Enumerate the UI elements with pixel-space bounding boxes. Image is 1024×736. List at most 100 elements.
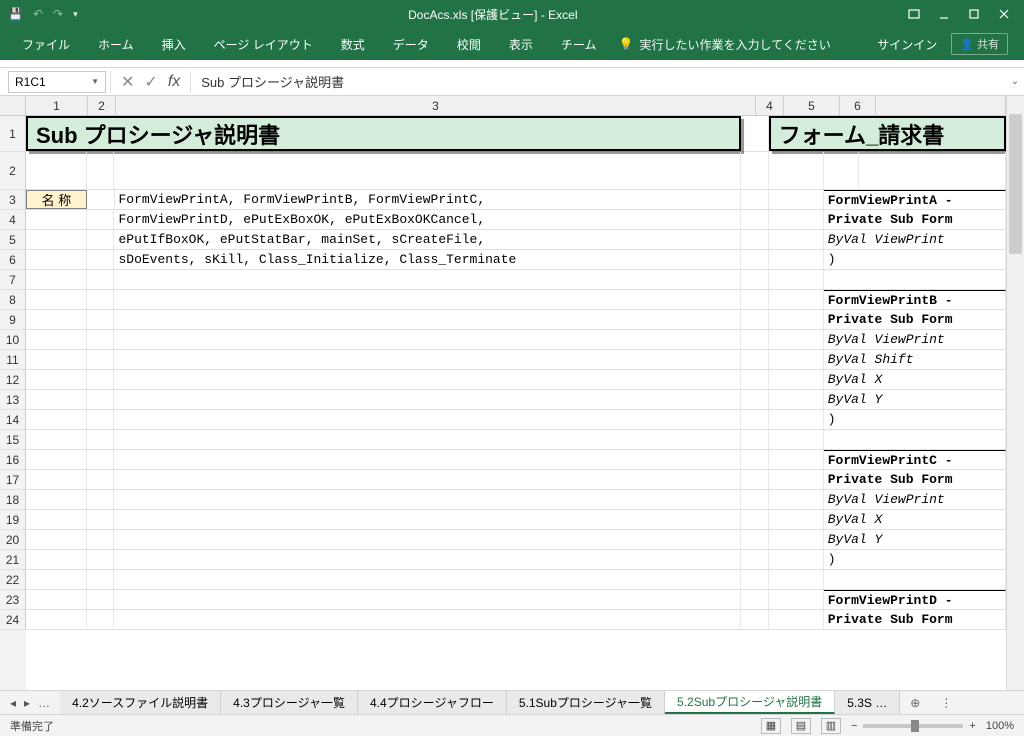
cell[interactable]	[741, 190, 769, 209]
cell[interactable]	[87, 210, 115, 229]
cell[interactable]	[114, 550, 741, 569]
row-header[interactable]: 7	[0, 270, 26, 290]
cell[interactable]	[769, 370, 824, 389]
cell[interactable]	[741, 430, 769, 449]
side-code[interactable]: FormViewPrintD -	[824, 590, 1006, 609]
cell[interactable]	[114, 270, 741, 289]
vertical-scrollbar[interactable]	[1006, 96, 1024, 690]
cell[interactable]	[769, 350, 824, 369]
cell[interactable]	[769, 550, 824, 569]
row-header[interactable]: 6	[0, 250, 26, 270]
cell[interactable]	[87, 510, 115, 529]
cell[interactable]	[769, 590, 824, 609]
undo-icon[interactable]: ↶	[33, 7, 43, 21]
cell[interactable]	[26, 450, 87, 469]
side-code[interactable]: ByVal X	[824, 510, 1006, 529]
row-header[interactable]: 3	[0, 190, 26, 210]
cell[interactable]	[741, 410, 769, 429]
cell[interactable]	[741, 450, 769, 469]
cell[interactable]	[87, 350, 115, 369]
cell[interactable]	[769, 210, 824, 229]
chevron-down-icon[interactable]: ▼	[91, 77, 99, 86]
cell[interactable]: ePutIfBoxOK, ePutStatBar, mainSet, sCrea…	[114, 230, 741, 249]
side-code[interactable]: )	[824, 550, 1006, 569]
cell[interactable]	[769, 570, 824, 589]
side-code[interactable]: Private Sub Form	[824, 310, 1006, 329]
cell[interactable]	[87, 152, 115, 189]
page-break-view-icon[interactable]: ▥	[821, 718, 841, 734]
cell[interactable]	[769, 250, 824, 269]
side-code[interactable]: Private Sub Form	[824, 210, 1006, 229]
title-side[interactable]: フォーム_請求書	[769, 116, 1006, 151]
cell[interactable]	[741, 370, 769, 389]
cell[interactable]	[114, 152, 741, 189]
side-code[interactable]: Private Sub Form	[824, 610, 1006, 629]
tab-review[interactable]: 校閲	[443, 28, 495, 60]
cell[interactable]	[87, 270, 115, 289]
side-code[interactable]: Private Sub Form	[824, 470, 1006, 489]
horizontal-scrollbar[interactable]	[962, 691, 1024, 714]
cell[interactable]	[114, 490, 741, 509]
row-header[interactable]: 4	[0, 210, 26, 230]
cell[interactable]	[741, 390, 769, 409]
sheet-nav-first-icon[interactable]: ◂	[10, 696, 16, 710]
side-code[interactable]: ByVal ViewPrint	[824, 330, 1006, 349]
name-label[interactable]: 名 称	[26, 190, 87, 209]
sheet-tab[interactable]: 4.3プロシージャ一覧	[221, 691, 358, 714]
new-sheet-button[interactable]: ⊕	[900, 691, 930, 714]
title-main[interactable]: Sub プロシージャ説明書	[26, 116, 741, 151]
row-header[interactable]: 11	[0, 350, 26, 370]
column-header[interactable]: 2	[88, 96, 116, 116]
cell[interactable]: sDoEvents, sKill, Class_Initialize, Clas…	[114, 250, 741, 269]
row-header[interactable]: 16	[0, 450, 26, 470]
formula-expand-icon[interactable]: ⌄	[1006, 76, 1024, 87]
cell[interactable]	[769, 230, 824, 249]
cell[interactable]	[741, 610, 769, 629]
cell[interactable]	[87, 190, 115, 209]
cell[interactable]	[26, 350, 87, 369]
cell[interactable]	[87, 550, 115, 569]
cell[interactable]	[769, 410, 824, 429]
worksheet-grid[interactable]: 123456 123456789101112131415161718192021…	[0, 96, 1024, 690]
tab-team[interactable]: チーム	[547, 28, 611, 60]
row-header[interactable]: 17	[0, 470, 26, 490]
cell[interactable]	[114, 390, 741, 409]
row-header[interactable]: 10	[0, 330, 26, 350]
cell[interactable]	[769, 490, 824, 509]
sheet-tab[interactable]: 4.4プロシージャフロー	[358, 691, 507, 714]
cell[interactable]	[741, 510, 769, 529]
cell[interactable]	[741, 550, 769, 569]
column-header[interactable]: 1	[26, 96, 88, 116]
row-header[interactable]: 24	[0, 610, 26, 630]
cell[interactable]	[26, 152, 87, 189]
cell[interactable]	[87, 230, 115, 249]
tab-insert[interactable]: 挿入	[148, 28, 200, 60]
cell[interactable]	[741, 590, 769, 609]
sheet-tab[interactable]: 4.2ソースファイル説明書	[60, 691, 221, 714]
row-header[interactable]: 13	[0, 390, 26, 410]
side-code[interactable]: FormViewPrintC -	[824, 450, 1006, 469]
side-code[interactable]: ByVal X	[824, 370, 1006, 389]
ribbon-display-icon[interactable]	[900, 0, 928, 28]
row-header[interactable]: 14	[0, 410, 26, 430]
side-code[interactable]: )	[824, 250, 1006, 269]
cell[interactable]	[859, 152, 1006, 189]
cell[interactable]	[87, 310, 115, 329]
cell[interactable]	[769, 530, 824, 549]
cell[interactable]	[87, 590, 115, 609]
cell[interactable]	[824, 570, 1006, 589]
tell-me[interactable]: 💡 実行したい作業を入力してください	[618, 36, 830, 53]
cell[interactable]	[769, 390, 824, 409]
cell[interactable]	[741, 270, 769, 289]
column-header[interactable]: 4	[756, 96, 784, 116]
name-box[interactable]: R1C1 ▼	[8, 71, 106, 93]
tab-file[interactable]: ファイル	[8, 28, 84, 60]
cell[interactable]	[26, 270, 87, 289]
cell[interactable]	[87, 570, 115, 589]
cell[interactable]	[741, 570, 769, 589]
cell[interactable]	[114, 450, 741, 469]
cell[interactable]	[26, 290, 87, 309]
cell[interactable]	[741, 490, 769, 509]
cell[interactable]	[26, 490, 87, 509]
cell[interactable]	[741, 230, 769, 249]
